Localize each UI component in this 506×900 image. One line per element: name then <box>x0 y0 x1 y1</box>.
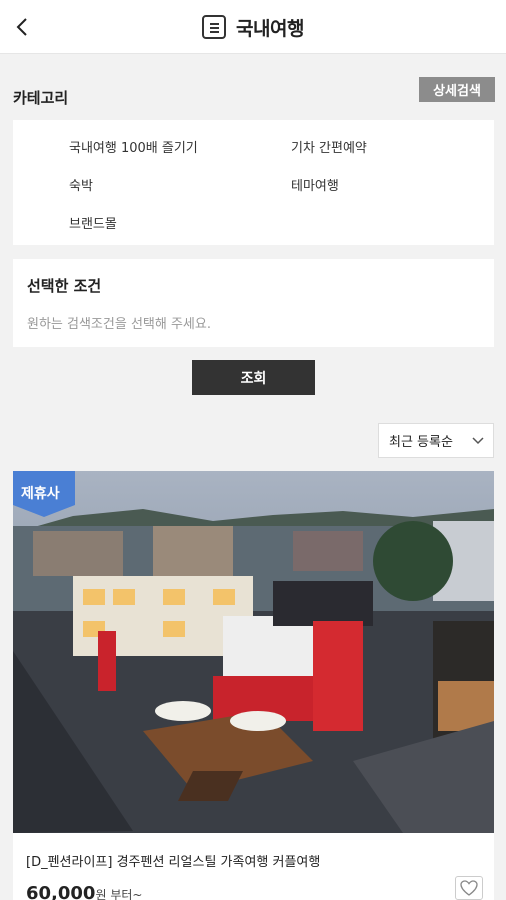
menu-icon[interactable] <box>202 15 227 39</box>
conditions-title: 선택한 조건 <box>27 277 102 295</box>
heart-icon <box>460 880 478 896</box>
top-header: 국내여행 <box>0 0 506 54</box>
conditions-hint: 원하는 검색조건을 선택해 주세요. <box>27 317 211 332</box>
category-item-domestic-100[interactable]: 국내여행 100배 즐기기 <box>69 137 198 156</box>
category-box: 국내여행 100배 즐기기 기차 간편예약 숙박 테마여행 브랜드몰 <box>13 120 494 245</box>
product-photo[interactable] <box>13 471 494 833</box>
category-item-brand-mall[interactable]: 브랜드몰 <box>69 213 117 232</box>
detail-search-button[interactable]: 상세검색 <box>419 77 495 102</box>
chevron-down-icon <box>472 437 484 445</box>
wishlist-button[interactable] <box>455 876 483 900</box>
price-value: 60,000 <box>26 883 96 900</box>
product-title[interactable]: [D_펜션라이프] 경주펜션 리얼스틸 가족여행 커플여행 <box>26 851 320 870</box>
category-item-train-booking[interactable]: 기차 간편예약 <box>291 137 367 156</box>
category-label: 카테고리 <box>13 89 69 107</box>
partner-badge: 제휴사 <box>21 486 60 502</box>
category-item-lodging[interactable]: 숙박 <box>69 175 93 194</box>
price-suffix: 원 부터~ <box>95 888 143 900</box>
page-title: 국내여행 <box>236 17 304 40</box>
category-item-theme-travel[interactable]: 테마여행 <box>291 175 339 194</box>
search-button[interactable]: 조회 <box>192 360 315 395</box>
sort-selected-label: 최근 등록순 <box>389 435 453 450</box>
product-price: 60,000원 부터~ <box>26 883 142 900</box>
sort-dropdown[interactable]: 최근 등록순 <box>378 423 494 458</box>
product-card[interactable]: 제휴사 [D_펜션라이프] 경주펜션 리얼스틸 가족여행 커플여행 60,000… <box>13 471 494 900</box>
selected-conditions-box: 선택한 조건 원하는 검색조건을 선택해 주세요. <box>13 259 494 347</box>
